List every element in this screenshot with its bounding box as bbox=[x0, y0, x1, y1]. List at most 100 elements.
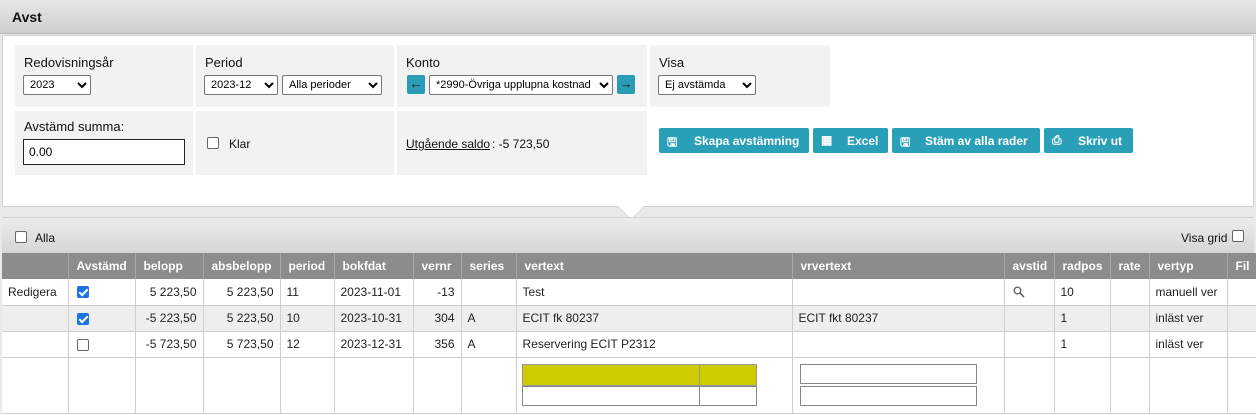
prev-account-button[interactable]: ← bbox=[407, 75, 425, 94]
create-reconciliation-button[interactable]: 🖫 Skapa avstämning bbox=[659, 128, 809, 153]
col-header[interactable]: Avstämd bbox=[68, 253, 136, 279]
col-header[interactable]: absbelopp bbox=[203, 253, 281, 279]
page-title: Avst bbox=[12, 9, 42, 25]
vertext-editor-cell bbox=[516, 357, 793, 414]
col-header[interactable]: period bbox=[280, 253, 335, 279]
sum-label: Avstämd summa: bbox=[24, 119, 125, 134]
period-cell: 12 bbox=[280, 331, 335, 358]
grid-toolbar: Alla Visa grid bbox=[2, 217, 1254, 253]
period-label: Period bbox=[205, 55, 243, 70]
vernr-cell: -13 bbox=[413, 279, 462, 306]
bokfdat-cell: 2023-10-31 bbox=[334, 305, 414, 332]
vertyp-cell: inläst ver bbox=[1149, 305, 1228, 332]
rate-cell bbox=[1110, 279, 1150, 306]
konto-select[interactable]: *2990-Övriga upplupna kostnad bbox=[429, 75, 613, 95]
vernr-cell: 304 bbox=[413, 305, 462, 332]
period-range-select[interactable]: Alla perioder bbox=[282, 75, 382, 95]
fil-cell bbox=[1227, 331, 1256, 358]
col-header[interactable]: vrvertext bbox=[792, 253, 1005, 279]
reconcile-all-button[interactable]: 🖫 Stäm av alla rader bbox=[892, 128, 1040, 153]
avstamd-cell bbox=[68, 279, 136, 306]
save-icon: 🖫 bbox=[667, 135, 678, 149]
visa-select[interactable]: Ej avstämda bbox=[658, 75, 756, 95]
series-cell bbox=[461, 279, 517, 306]
col-header[interactable]: bokfdat bbox=[334, 253, 414, 279]
vrvertext-cell: ECIT fkt 80237 bbox=[792, 305, 1005, 332]
vrvertext-editor-cell bbox=[792, 357, 1005, 414]
print-button[interactable]: ⎙ Skriv ut bbox=[1044, 128, 1133, 153]
period-select[interactable]: 2023-12 bbox=[204, 75, 278, 95]
table-row: -5 223,50 5 223,50 10 2023-10-31 304 A E… bbox=[2, 305, 1256, 332]
edit-link[interactable] bbox=[2, 331, 69, 358]
col-header[interactable]: vertyp bbox=[1149, 253, 1228, 279]
editor-row bbox=[2, 357, 1256, 414]
select-all-checkbox[interactable] bbox=[15, 231, 27, 243]
vertext-cell: ECIT fk 80237 bbox=[516, 305, 793, 332]
row-checkbox[interactable] bbox=[76, 338, 89, 351]
fil-cell bbox=[1227, 279, 1256, 306]
avstid-cell bbox=[1004, 279, 1055, 306]
editor-input[interactable] bbox=[799, 363, 977, 384]
radpos-cell: 10 bbox=[1054, 279, 1111, 306]
period-cell: 11 bbox=[280, 279, 335, 306]
col-header[interactable]: Fil bbox=[1227, 253, 1256, 279]
editor-input[interactable] bbox=[521, 385, 700, 406]
saldo-cell: Utgående saldo : -5 723,50 bbox=[397, 111, 647, 175]
save-icon: 🖫 bbox=[900, 135, 911, 149]
col-header[interactable]: radpos bbox=[1054, 253, 1111, 279]
rate-cell bbox=[1110, 305, 1150, 332]
edit-link[interactable] bbox=[2, 305, 69, 332]
sum-input[interactable] bbox=[23, 139, 185, 165]
magnifier-icon[interactable] bbox=[1013, 286, 1025, 298]
klar-label: Klar bbox=[229, 137, 251, 151]
vernr-cell: 356 bbox=[413, 331, 462, 358]
absbelopp-cell: 5 223,50 bbox=[203, 279, 281, 306]
avstamd-cell bbox=[68, 305, 136, 332]
title-bar: Avst bbox=[0, 0, 1256, 34]
highlighted-input[interactable] bbox=[521, 363, 700, 386]
filter-panel: Redovisningsår 2023 Period 2023-12 Alla … bbox=[2, 35, 1254, 207]
editor-input[interactable] bbox=[698, 385, 757, 406]
highlighted-input[interactable] bbox=[698, 363, 757, 386]
avstid-cell bbox=[1004, 305, 1055, 332]
col-header[interactable] bbox=[2, 253, 69, 279]
vrvertext-cell bbox=[792, 279, 1005, 306]
vertyp-cell: inläst ver bbox=[1149, 331, 1228, 358]
table-header-row: Avstämd belopp absbelopp period bokfdat … bbox=[2, 253, 1256, 279]
vertext-cell: Test bbox=[516, 279, 793, 306]
absbelopp-cell: 5 223,50 bbox=[203, 305, 281, 332]
printer-icon: ⎙ bbox=[1052, 133, 1062, 147]
year-label: Redovisningsår bbox=[24, 55, 114, 70]
col-header[interactable]: rate bbox=[1110, 253, 1150, 279]
belopp-cell: -5 723,50 bbox=[135, 331, 204, 358]
visa-grid-checkbox[interactable] bbox=[1232, 230, 1244, 242]
radpos-cell: 1 bbox=[1054, 331, 1111, 358]
select-all-label: Alla bbox=[35, 231, 56, 245]
col-header[interactable]: series bbox=[461, 253, 517, 279]
excel-button[interactable]: ▦ Excel bbox=[813, 128, 888, 153]
table-row: -5 723,50 5 723,50 12 2023-12-31 356 A R… bbox=[2, 331, 1256, 358]
next-account-button[interactable]: → bbox=[617, 75, 635, 94]
series-cell: A bbox=[461, 305, 517, 332]
col-header[interactable]: vertext bbox=[516, 253, 793, 279]
col-header[interactable]: avstid bbox=[1004, 253, 1055, 279]
editor-input[interactable] bbox=[799, 385, 977, 406]
arrow-right-icon: → bbox=[619, 76, 633, 91]
transactions-table: Avstämd belopp absbelopp period bokfdat … bbox=[2, 253, 1256, 414]
col-header[interactable]: belopp bbox=[135, 253, 204, 279]
avstamd-cell bbox=[68, 331, 136, 358]
klar-checkbox[interactable] bbox=[207, 137, 219, 149]
year-select[interactable]: 2023 bbox=[23, 75, 91, 95]
belopp-cell: 5 223,50 bbox=[135, 279, 204, 306]
period-cell: Period 2023-12 Alla perioder bbox=[196, 45, 394, 107]
period-cell: 10 bbox=[280, 305, 335, 332]
konto-label: Konto bbox=[406, 55, 440, 70]
fil-cell bbox=[1227, 305, 1256, 332]
table-row: Redigera 5 223,50 5 223,50 11 2023-11-01… bbox=[2, 279, 1256, 306]
row-checkbox[interactable] bbox=[76, 286, 89, 298]
edit-link[interactable]: Redigera bbox=[2, 279, 69, 306]
vertyp-cell: manuell ver bbox=[1149, 279, 1228, 306]
row-checkbox[interactable] bbox=[76, 312, 89, 325]
saldo-link[interactable]: Utgående saldo bbox=[406, 137, 490, 151]
col-header[interactable]: vernr bbox=[413, 253, 462, 279]
